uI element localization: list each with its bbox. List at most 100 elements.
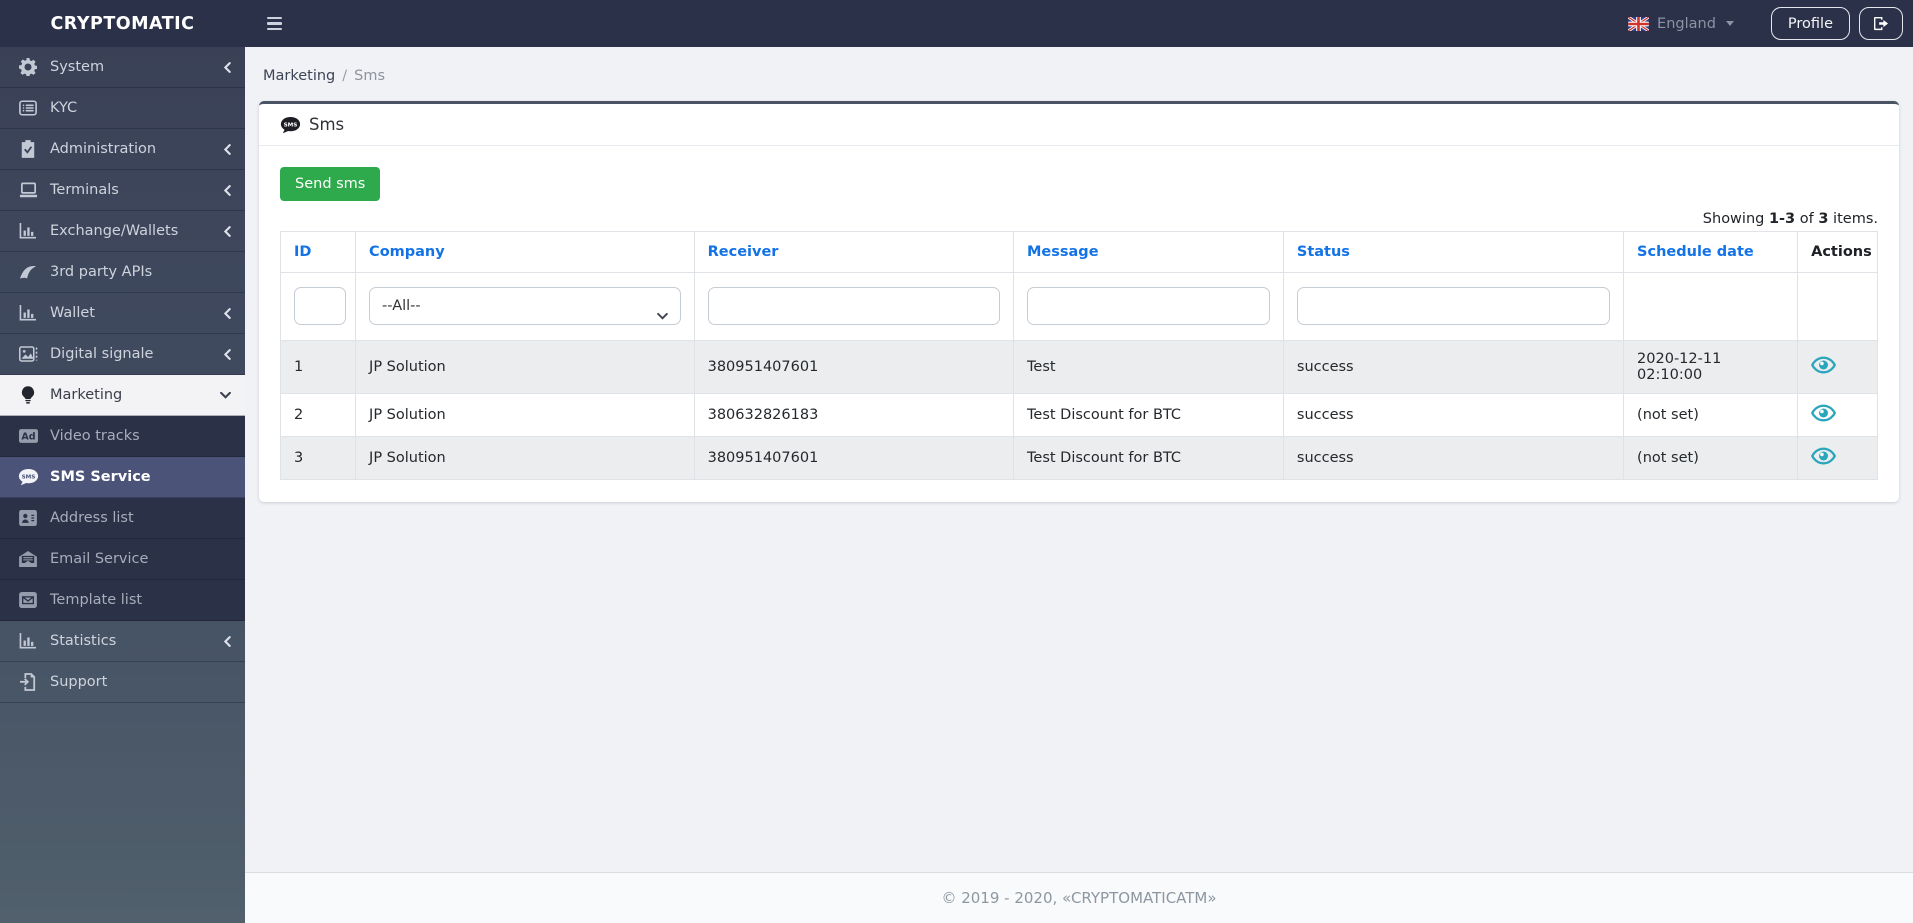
menu-toggle-icon[interactable] (267, 17, 282, 31)
sidebar-item-label: Marketing (50, 387, 122, 403)
svg-text:Ad: Ad (21, 431, 35, 442)
sidebar-item-video-tracks[interactable]: Ad Video tracks (0, 416, 245, 457)
breadcrumb-parent[interactable]: Marketing (263, 68, 335, 84)
sidebar-item-support[interactable]: Support (0, 662, 245, 703)
actions-filter-cell (1798, 273, 1878, 341)
sidebar-item-system[interactable]: System (0, 47, 245, 88)
column-header-actions: Actions (1798, 232, 1878, 273)
sidebar-item-kyc[interactable]: KYC (0, 88, 245, 129)
cell-id: 1 (281, 341, 356, 394)
cell-schedule-date: (not set) (1624, 437, 1798, 480)
language-dropdown[interactable]: England (1628, 16, 1734, 32)
sms-table: ID Company Receiver Message Status Sched… (280, 231, 1878, 480)
status-filter-input[interactable] (1297, 287, 1610, 325)
ad-icon: Ad (15, 429, 41, 443)
sidebar-item-email-service[interactable]: Email Service (0, 539, 245, 580)
cell-message: Test Discount for BTC (1014, 437, 1284, 480)
company-filter-select[interactable]: --All-- (369, 287, 681, 325)
gear-icon (15, 58, 41, 76)
open-email-icon (15, 551, 41, 567)
main-content: Marketing/Sms SMS Sms Send sms Showing 1… (245, 47, 1913, 923)
summary-range: 1-3 (1769, 211, 1795, 227)
column-header-schedule-date[interactable]: Schedule date (1624, 232, 1798, 273)
table-row: 2 JP Solution 380632826183 Test Discount… (281, 394, 1878, 437)
column-header-company[interactable]: Company (356, 232, 695, 273)
receiver-filter-input[interactable] (708, 287, 1000, 325)
chevron-left-icon (224, 349, 231, 360)
cell-status: success (1283, 437, 1623, 480)
sidebar-item-digital-signale[interactable]: Digital signale (0, 334, 245, 375)
sidebar-item-label: KYC (50, 100, 77, 116)
send-sms-button[interactable]: Send sms (280, 167, 380, 201)
cell-schedule-date: (not set) (1624, 394, 1798, 437)
cell-id: 2 (281, 394, 356, 437)
sidebar-item-sms-service[interactable]: SMS SMS Service (0, 457, 245, 498)
column-header-message[interactable]: Message (1014, 232, 1284, 273)
laptop-icon (15, 182, 41, 198)
clipboard-check-icon (15, 140, 41, 158)
sidebar-item-administration[interactable]: Administration (0, 129, 245, 170)
cell-id: 3 (281, 437, 356, 480)
cell-company: JP Solution (356, 341, 695, 394)
cell-message: Test Discount for BTC (1014, 394, 1284, 437)
lightbulb-icon (15, 386, 41, 404)
sidebar-item-label: Email Service (50, 551, 148, 567)
sidebar-item-marketing[interactable]: Marketing (0, 375, 245, 416)
chevron-left-icon (224, 62, 231, 73)
cell-receiver: 380951407601 (694, 437, 1013, 480)
column-header-status[interactable]: Status (1283, 232, 1623, 273)
message-filter-input[interactable] (1027, 287, 1270, 325)
brand-logo[interactable]: CRYPTOMATIC (0, 14, 245, 34)
sidebar-item-3rd-party-apis[interactable]: 3rd party APIs (0, 252, 245, 293)
eye-icon (1811, 447, 1836, 465)
envelope-icon (15, 592, 41, 608)
copyright-text: © 2019 - 2020, «CRYPTOMATICATM» (941, 889, 1216, 907)
view-button[interactable] (1811, 404, 1836, 422)
sidebar-item-address-list[interactable]: Address list (0, 498, 245, 539)
column-header-id[interactable]: ID (281, 232, 356, 273)
table-row: 1 JP Solution 380951407601 Test success … (281, 341, 1878, 394)
sidebar-item-label: Administration (50, 141, 156, 157)
summary-prefix: Showing (1703, 211, 1769, 227)
eye-icon (1811, 356, 1836, 374)
logout-button[interactable] (1859, 7, 1903, 40)
summary-suffix: items. (1828, 211, 1878, 227)
profile-button[interactable]: Profile (1771, 7, 1850, 40)
cell-company: JP Solution (356, 437, 695, 480)
sidebar-item-label: Statistics (50, 633, 116, 649)
svg-text:SMS: SMS (21, 474, 35, 480)
column-header-receiver[interactable]: Receiver (694, 232, 1013, 273)
table-header-row: ID Company Receiver Message Status Sched… (281, 232, 1878, 273)
sidebar-item-terminals[interactable]: Terminals (0, 170, 245, 211)
navbar-right: England Profile (1628, 7, 1903, 40)
logout-icon (1873, 16, 1890, 31)
chevron-down-icon (220, 392, 231, 399)
sms-bubble-icon: SMS (280, 116, 301, 134)
sms-bubble-icon: SMS (15, 468, 41, 486)
language-label: England (1657, 16, 1716, 32)
sidebar-item-exchange-wallets[interactable]: Exchange/Wallets (0, 211, 245, 252)
sidebar-item-label: Terminals (50, 182, 119, 198)
sidebar-item-label: Wallet (50, 305, 95, 321)
fin-icon (15, 264, 41, 280)
sidebar-item-statistics[interactable]: Statistics (0, 621, 245, 662)
cell-message: Test (1014, 341, 1284, 394)
sidebar-item-label: SMS Service (50, 469, 151, 485)
svg-text:SMS: SMS (284, 122, 298, 128)
id-filter-input[interactable] (294, 287, 346, 325)
sidebar-item-wallet[interactable]: Wallet (0, 293, 245, 334)
cell-status: success (1283, 394, 1623, 437)
sms-card: SMS Sms Send sms Showing 1-3 of 3 items.… (259, 101, 1899, 502)
sidebar-item-label: Digital signale (50, 346, 153, 362)
caret-down-icon (1726, 21, 1734, 26)
sidebar-item-label: Video tracks (50, 428, 140, 444)
sidebar-item-template-list[interactable]: Template list (0, 580, 245, 621)
card-header: SMS Sms (259, 104, 1899, 146)
bar-chart-icon (15, 223, 41, 239)
view-button[interactable] (1811, 447, 1836, 465)
chevron-left-icon (224, 308, 231, 319)
view-button[interactable] (1811, 356, 1836, 374)
chevron-left-icon (224, 636, 231, 647)
cell-receiver: 380632826183 (694, 394, 1013, 437)
breadcrumb-current: Sms (354, 68, 385, 84)
